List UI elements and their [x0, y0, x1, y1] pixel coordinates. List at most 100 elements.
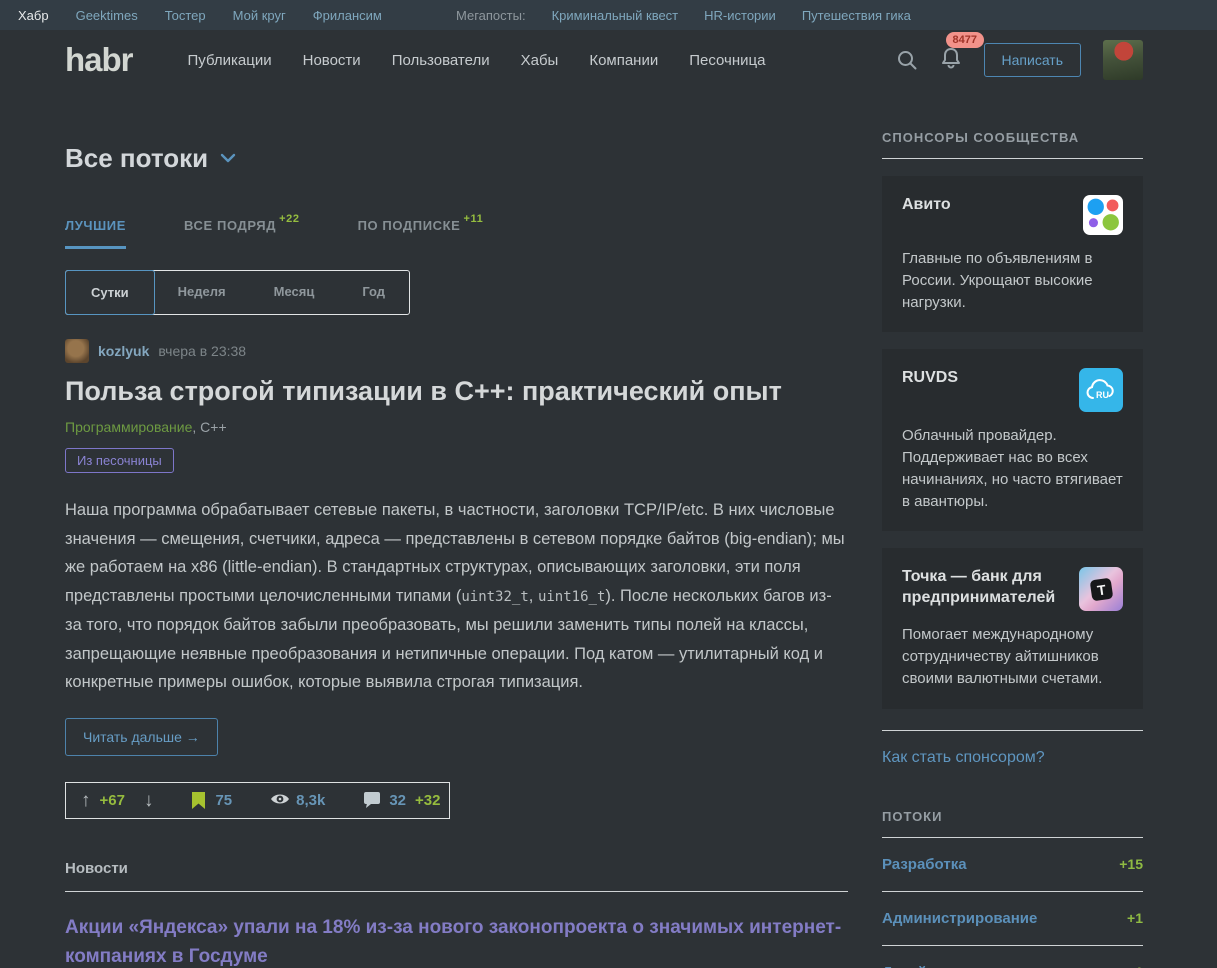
- stream-item-development[interactable]: Разработка +15: [882, 838, 1143, 892]
- stream-link[interactable]: Дизайн: [882, 964, 936, 968]
- sponsor-description: Главные по объявлениям в России. Укрощаю…: [902, 248, 1123, 313]
- article-excerpt: Наша программа обрабатывает сетевые паке…: [65, 496, 848, 697]
- nav-sandbox[interactable]: Песочница: [689, 52, 765, 69]
- period-month[interactable]: Месяц: [250, 271, 339, 314]
- megaposts-group: Мегапосты: Криминальный квест HR-истории…: [456, 8, 911, 23]
- tab-best-label: ЛУЧШИЕ: [65, 218, 126, 233]
- site-link-toster[interactable]: Тостер: [165, 8, 206, 23]
- upvote-arrow-icon[interactable]: ↑: [81, 791, 91, 810]
- bookmark-icon[interactable]: [191, 792, 206, 809]
- tochka-logo-icon: T: [1079, 567, 1123, 611]
- article-card: kozlyuk вчера в 23:38 Польза строгой тип…: [65, 339, 848, 819]
- main-column: Все потоки ЛУЧШИЕ ВСЕ ПОДРЯД+22 ПО ПОДПИ…: [65, 90, 848, 968]
- tab-all[interactable]: ВСЕ ПОДРЯД+22: [184, 218, 300, 249]
- nav-news[interactable]: Новости: [303, 52, 361, 69]
- tochka-t-glyph: T: [1089, 577, 1113, 601]
- notifications-count-badge: 8477: [946, 32, 984, 48]
- author-username[interactable]: kozlyuk: [98, 343, 149, 359]
- new-comments-count: +32: [415, 792, 440, 809]
- nav-publications[interactable]: Публикации: [188, 52, 272, 69]
- write-post-button[interactable]: Написать: [984, 43, 1081, 77]
- news-section: Новости Акции «Яндекса» упали на 18% из-…: [65, 860, 848, 968]
- site-link-geektimes[interactable]: Geektimes: [76, 8, 138, 23]
- sponsor-name[interactable]: Точка — банк для предпринимателей: [902, 567, 1062, 609]
- megapost-link-hr-stories[interactable]: HR-истории: [704, 8, 776, 23]
- nav-companies[interactable]: Компании: [589, 52, 658, 69]
- megapost-link-geek-travel[interactable]: Путешествия гика: [802, 8, 911, 23]
- period-filter: Сутки Неделя Месяц Год: [65, 270, 410, 315]
- top-sites-bar: Хабр Geektimes Тостер Мой круг Фрилансим…: [0, 0, 1217, 30]
- become-sponsor-link[interactable]: Как стать спонсором?: [882, 749, 1045, 767]
- sponsors-section-title: СПОНСОРЫ СООБЩЕСТВА: [882, 130, 1143, 145]
- megaposts-label: Мегапосты:: [456, 8, 526, 23]
- hub-link-cpp[interactable]: C++: [200, 419, 226, 435]
- habr-logo[interactable]: habr: [65, 41, 133, 79]
- period-day[interactable]: Сутки: [65, 270, 155, 315]
- avito-logo-icon: [1083, 195, 1123, 235]
- stream-link[interactable]: Разработка: [882, 856, 967, 873]
- hub-separator: ,: [192, 419, 196, 435]
- stream-counter: +1: [1127, 964, 1143, 968]
- nav-hubs[interactable]: Хабы: [521, 52, 559, 69]
- stream-item-administration[interactable]: Администрирование +1: [882, 892, 1143, 946]
- tab-all-label: ВСЕ ПОДРЯД: [184, 218, 276, 233]
- stream-item-design[interactable]: Дизайн +1: [882, 946, 1143, 968]
- sandbox-badge: Из песочницы: [65, 448, 174, 473]
- article-hubs: Программирование, C++: [65, 419, 848, 435]
- sponsor-name[interactable]: RUVDS: [902, 368, 958, 389]
- notifications-bell-icon[interactable]: 8477: [940, 46, 962, 75]
- sponsors-divider: [882, 158, 1143, 159]
- site-link-moikrug[interactable]: Мой круг: [233, 8, 286, 23]
- author-avatar[interactable]: [65, 339, 89, 363]
- tab-subscriptions-counter: +11: [463, 213, 483, 225]
- downvote-arrow-icon[interactable]: ↓: [144, 791, 154, 810]
- sponsor-card-head: Авито: [902, 195, 1123, 235]
- comments-bubble-icon[interactable]: [363, 792, 380, 809]
- stream-link[interactable]: Администрирование: [882, 910, 1037, 927]
- excerpt-code-uint16: uint16_t: [538, 589, 605, 605]
- sponsor-card-avito[interactable]: Авито Главные по объявлениям в России. У…: [882, 176, 1143, 332]
- sponsor-card-head: Точка — банк для предпринимателей T: [902, 567, 1123, 611]
- news-section-title: Новости: [65, 860, 848, 877]
- stream-selector[interactable]: Все потоки: [65, 143, 236, 174]
- ruvds-cloud-logo-icon: RU: [1079, 368, 1123, 412]
- sites-links: Хабр Geektimes Тостер Мой круг Фрилансим: [18, 8, 382, 23]
- main-nav: Публикации Новости Пользователи Хабы Ком…: [188, 52, 766, 69]
- right-sidebar: СПОНСОРЫ СООБЩЕСТВА Авито Главные по объ…: [882, 90, 1143, 968]
- search-icon[interactable]: [896, 49, 918, 71]
- period-year[interactable]: Год: [338, 271, 409, 314]
- stream-counter: +15: [1119, 856, 1143, 872]
- article-score: +67: [100, 792, 125, 809]
- sponsor-name[interactable]: Авито: [902, 195, 951, 216]
- sponsor-card-tochka[interactable]: Точка — банк для предпринимателей T Помо…: [882, 548, 1143, 708]
- stream-selector-title: Все потоки: [65, 143, 208, 174]
- period-week[interactable]: Неделя: [154, 271, 250, 314]
- tab-subscriptions-label: ПО ПОДПИСКЕ: [358, 218, 461, 233]
- article-timestamp: вчера в 23:38: [158, 343, 246, 359]
- page-body: Все потоки ЛУЧШИЕ ВСЕ ПОДРЯД+22 ПО ПОДПИ…: [0, 90, 1217, 968]
- news-divider: [65, 891, 848, 892]
- article-title[interactable]: Польза строгой типизации в C++: практиче…: [65, 376, 848, 407]
- sponsor-description: Помогает международному сотрудничеству а…: [902, 624, 1123, 689]
- nav-users[interactable]: Пользователи: [392, 52, 490, 69]
- hub-link-programming[interactable]: Программирование: [65, 419, 192, 435]
- sponsor-card-head: RUVDS RU: [902, 368, 1123, 412]
- sponsors-section: СПОНСОРЫ СООБЩЕСТВА Авито Главные по объ…: [882, 130, 1143, 767]
- comments-count[interactable]: 32: [389, 792, 406, 809]
- excerpt-text-mid: ,: [529, 587, 538, 605]
- tab-best[interactable]: ЛУЧШИЕ: [65, 218, 126, 249]
- user-avatar[interactable]: [1103, 40, 1143, 80]
- bookmarks-count: 75: [215, 792, 232, 809]
- site-link-freelansim[interactable]: Фрилансим: [313, 8, 382, 23]
- streams-section: ПОТОКИ Разработка +15 Администрирование …: [882, 809, 1143, 968]
- site-link-habr[interactable]: Хабр: [18, 8, 49, 23]
- news-item-title[interactable]: Акции «Яндекса» упали на 18% из-за новог…: [65, 913, 845, 968]
- views-count: 8,3k: [296, 792, 325, 809]
- article-meta: kozlyuk вчера в 23:38: [65, 339, 848, 363]
- streams-section-title: ПОТОКИ: [882, 809, 1143, 824]
- sponsor-card-ruvds[interactable]: RUVDS RU Облачный провайдер. Поддерживае…: [882, 349, 1143, 531]
- svg-text:RU: RU: [1096, 390, 1109, 400]
- megapost-link-crime-quest[interactable]: Криминальный квест: [552, 8, 679, 23]
- tab-subscriptions[interactable]: ПО ПОДПИСКЕ+11: [358, 218, 484, 249]
- read-more-button[interactable]: Читать дальше →: [65, 718, 218, 756]
